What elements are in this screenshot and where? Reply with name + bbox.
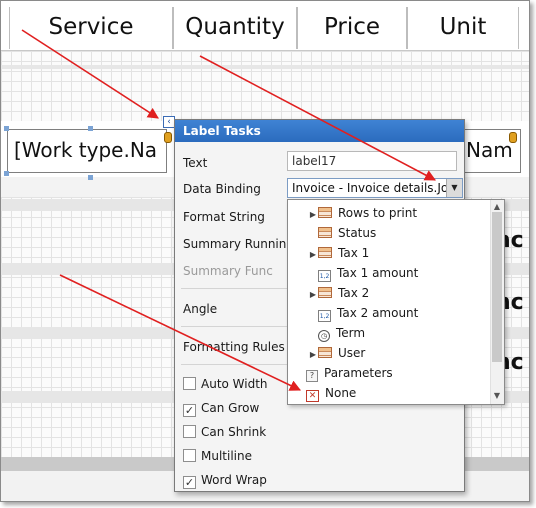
can-shrink-checkbox[interactable]: Can Shrink (183, 424, 266, 440)
database-field-icon (509, 132, 517, 143)
header-cell-service[interactable]: Service (9, 7, 173, 49)
tree-item-label: Term (336, 326, 366, 340)
checkbox-label: Can Shrink (201, 425, 267, 439)
data-binding-value: Invoice - Invoice details.Jo (292, 181, 449, 195)
tree-item-tax-1[interactable]: ▶ Tax 1 (308, 243, 369, 263)
text-property-input[interactable]: label17 (287, 151, 457, 171)
tree-item-none[interactable]: ✕ None (306, 383, 356, 403)
resize-handle[interactable] (88, 175, 93, 180)
expand-arrow-icon[interactable]: ▶ (308, 285, 318, 305)
scroll-down-icon[interactable]: ▼ (491, 390, 503, 402)
checkbox-label: Auto Width (201, 377, 268, 391)
tree-item-status[interactable]: Status (318, 223, 376, 243)
expand-arrow-icon[interactable]: ▶ (308, 345, 318, 365)
header-cell-label: Price (323, 14, 381, 40)
tree-item-label: Tax 2 (338, 286, 370, 300)
tree-item-label: Status (338, 226, 377, 240)
resize-handle[interactable] (88, 126, 93, 131)
dropdown-scrollbar[interactable]: ▲ ▼ (490, 200, 504, 404)
number-icon: 1,2 (318, 310, 331, 322)
tree-item-tax-2-amount[interactable]: 1,2 Tax 2 amount (318, 303, 418, 323)
clock-icon: ◷ (318, 330, 330, 342)
name-field-text: Nam (466, 138, 513, 162)
data-binding-label: Data Binding (183, 182, 261, 196)
header-cell-label: Quantity (185, 14, 285, 40)
tree-item-rows-to-print[interactable]: ▶ Rows to print (308, 203, 417, 223)
report-header-band: Service Quantity Price Unit (1, 1, 529, 51)
dropdown-arrow-icon[interactable]: ▼ (446, 179, 462, 197)
format-string-label: Format String (183, 210, 265, 224)
panel-title: Label Tasks (175, 120, 464, 142)
header-cell-price[interactable]: Price (297, 7, 407, 49)
expand-arrow-icon[interactable]: ▶ (308, 245, 318, 265)
tree-item-tax-1-amount[interactable]: 1,2 Tax 1 amount (318, 263, 418, 283)
resize-handle[interactable] (4, 171, 9, 176)
tree-item-tax-2[interactable]: ▶ Tax 2 (308, 283, 369, 303)
tree-item-label: Rows to print (338, 206, 418, 220)
header-cell-quantity[interactable]: Quantity (173, 7, 297, 49)
tree-item-label: Tax 1 amount (337, 266, 419, 280)
report-designer: Service Quantity Price Unit [Work type.N… (0, 0, 530, 502)
angle-label: Angle (183, 302, 218, 316)
tree-item-label: None (325, 386, 357, 400)
tree-item-label: User (338, 346, 366, 360)
checkbox-label: Multiline (201, 449, 252, 463)
data-binding-combo[interactable]: Invoice - Invoice details.Jo ▼ (287, 178, 463, 198)
checkbox-label: Word Wrap (201, 473, 267, 487)
expand-arrow-icon[interactable]: ▶ (308, 205, 318, 225)
checkbox-box[interactable]: ✓ (183, 404, 196, 417)
scrollbar-thumb[interactable] (492, 212, 502, 362)
tree-item-term[interactable]: ◷ Term (318, 323, 365, 343)
checkbox-box[interactable] (183, 377, 196, 390)
checkbox-label: Can Grow (201, 401, 260, 415)
text-input-value: label17 (292, 154, 337, 168)
text-property-label: Text (183, 156, 208, 170)
data-binding-dropdown[interactable]: ▶ Rows to print Status ▶ Tax 1 1,2 Tax 1 am… (287, 199, 505, 405)
can-grow-checkbox[interactable]: ✓ Can Grow (183, 400, 260, 417)
resize-handle[interactable] (4, 126, 9, 131)
checkbox-box[interactable] (183, 425, 196, 438)
work-type-text: [Work type.Na (14, 138, 158, 162)
table-icon (318, 247, 332, 258)
tree-item-label: Parameters (324, 366, 393, 380)
number-icon: 1,2 (318, 270, 331, 282)
auto-width-checkbox[interactable]: Auto Width (183, 376, 268, 392)
table-icon (318, 287, 332, 298)
none-icon: ✕ (306, 390, 319, 402)
tree-item-user[interactable]: ▶ User (308, 343, 365, 363)
formatting-rules-label: Formatting Rules (183, 340, 285, 354)
summary-running-label: Summary Running (183, 237, 294, 251)
word-wrap-checkbox[interactable]: ✓ Word Wrap (183, 472, 267, 489)
parameters-icon: ? (306, 370, 318, 382)
database-field-icon (164, 132, 172, 143)
checkbox-box[interactable] (183, 449, 196, 462)
checkbox-box[interactable]: ✓ (183, 476, 196, 489)
multiline-checkbox[interactable]: Multiline (183, 448, 252, 464)
table-icon (318, 227, 332, 238)
group-header-band (1, 51, 529, 121)
header-cell-unit[interactable]: Unit (407, 7, 519, 49)
work-type-label[interactable]: [Work type.Na (7, 129, 167, 173)
table-icon (318, 207, 332, 218)
header-cell-label: Service (48, 14, 134, 40)
header-cell-label: Unit (439, 14, 487, 40)
tree-item-parameters[interactable]: ? Parameters (306, 363, 393, 383)
tree-item-label: Tax 2 amount (337, 306, 419, 320)
band-separator (1, 65, 529, 69)
table-icon (318, 347, 332, 358)
tree-item-label: Tax 1 (338, 246, 370, 260)
summary-func-label: Summary Func (183, 264, 273, 278)
